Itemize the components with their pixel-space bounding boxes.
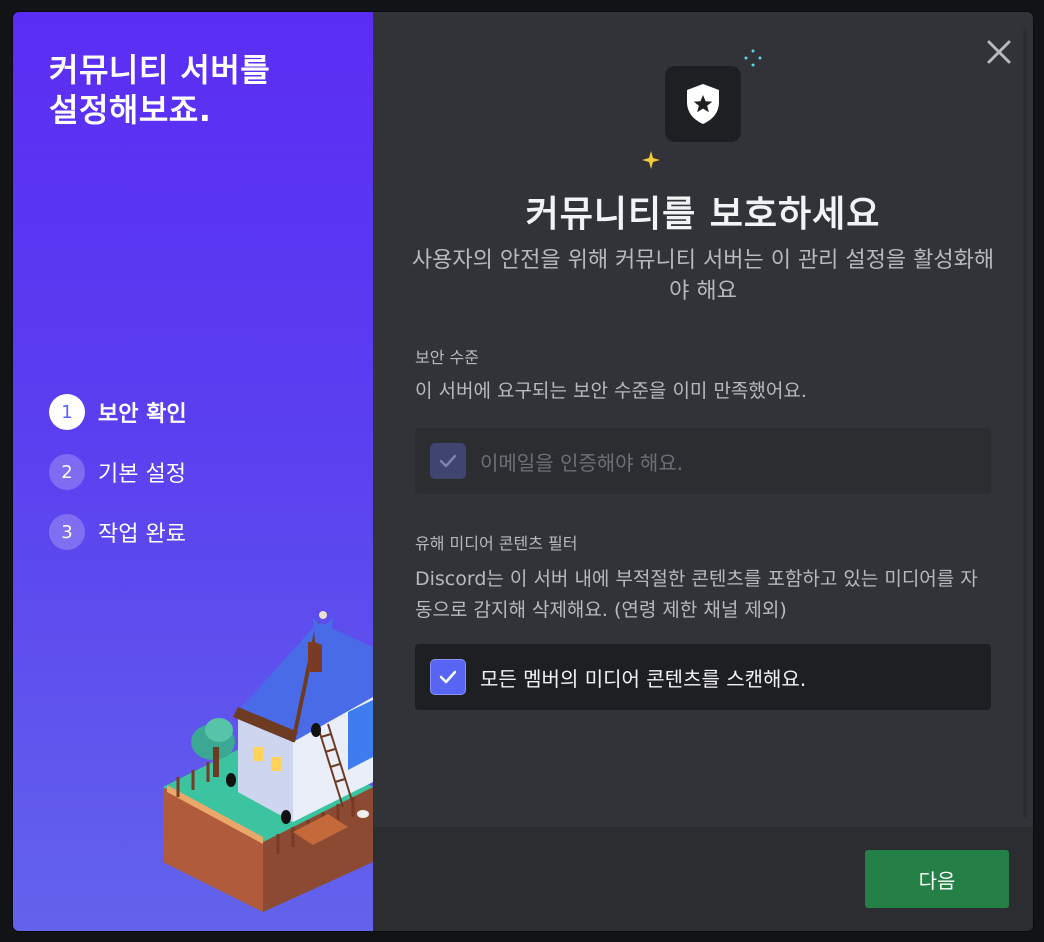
setup-sidebar: 커뮤니티 서버를 설정해보죠. 1 보안 확인 2 기본 설정 3 작업 완료 — [13, 12, 373, 931]
step-label: 보안 확인 — [98, 402, 187, 427]
steps-list: 1 보안 확인 2 기본 설정 3 작업 완료 — [49, 382, 187, 562]
step-number: 2 — [49, 454, 85, 490]
scan-media-label: 모든 멤버의 미디어 콘텐츠를 스캔해요. — [480, 666, 807, 691]
modal-footer: 다음 — [373, 827, 1033, 931]
close-icon — [987, 40, 1011, 64]
step-complete: 3 작업 완료 — [49, 502, 187, 562]
step-basic-settings: 2 기본 설정 — [49, 442, 187, 502]
community-setup-modal: 커뮤니티 서버를 설정해보죠. 1 보안 확인 2 기본 설정 3 작업 완료 — [13, 12, 1033, 931]
close-button[interactable] — [981, 34, 1017, 70]
page-subtitle: 사용자의 안전을 위해 커뮤니티 서버는 이 관리 설정을 활성화해야 해요 — [411, 248, 995, 304]
email-verification-option: 이메일을 인증해야 해요. — [415, 428, 991, 494]
shield-badge — [665, 66, 741, 142]
step-number: 1 — [49, 394, 85, 430]
scrollbar-track[interactable] — [1023, 28, 1027, 818]
step-label: 작업 완료 — [98, 522, 186, 547]
media-filter-description: Discord는 이 서버 내에 부적절한 콘텐츠를 포함하고 있는 미디어를 … — [415, 568, 978, 621]
shield-hero — [633, 42, 793, 182]
media-filter-label: 유해 미디어 콘텐츠 필터 — [415, 534, 578, 553]
scan-media-checkbox[interactable] — [430, 659, 466, 695]
step-label: 기본 설정 — [98, 462, 186, 487]
security-level-label: 보안 수준 — [415, 348, 479, 367]
step-number: 3 — [49, 514, 85, 550]
security-level-description: 이 서버에 요구되는 보안 수준을 이미 만족했어요. — [415, 380, 807, 402]
check-icon — [439, 454, 457, 468]
sparkle-icon — [744, 49, 762, 67]
step-security-check: 1 보안 확인 — [49, 382, 187, 442]
page-title: 커뮤니티를 보호하세요 — [525, 194, 881, 235]
scan-media-option[interactable]: 모든 멤버의 미디어 콘텐츠를 스캔해요. — [415, 644, 991, 710]
check-icon — [439, 670, 457, 684]
email-verification-checkbox — [430, 443, 466, 479]
sidebar-title: 커뮤니티 서버를 설정해보죠. — [49, 51, 271, 129]
shield-star-icon — [687, 84, 719, 124]
next-button[interactable]: 다음 — [865, 850, 1009, 908]
email-verification-label: 이메일을 인증해야 해요. — [480, 450, 684, 475]
community-house-illustration — [163, 611, 373, 912]
setup-content: 커뮤니티를 보호하세요 사용자의 안전을 위해 커뮤니티 서버는 이 관리 설정… — [373, 12, 1033, 931]
sparkle-icon — [642, 151, 660, 169]
